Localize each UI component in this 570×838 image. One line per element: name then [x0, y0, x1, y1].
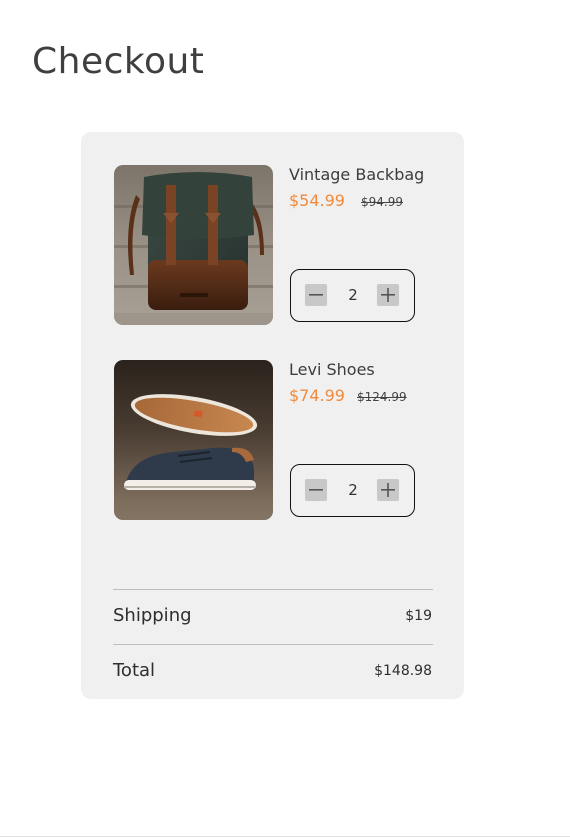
increase-quantity-button[interactable]: [377, 479, 399, 501]
cart-card: Vintage Backbag $54.99 $94.99 2 Levi Sho…: [81, 132, 464, 699]
shipping-label: Shipping: [113, 605, 192, 626]
summary-divider: [113, 589, 433, 590]
summary-divider: [113, 644, 433, 645]
cart-item: Levi Shoes $74.99 $124.99 2: [114, 360, 434, 520]
total-label: Total: [113, 660, 156, 681]
product-name[interactable]: Levi Shoes: [289, 360, 375, 380]
shipping-value: $19: [405, 608, 432, 624]
original-price: $124.99: [357, 390, 407, 404]
product-image-backpack: [114, 165, 273, 325]
sale-price: $54.99: [289, 191, 345, 210]
minus-icon: [309, 489, 323, 491]
original-price: $94.99: [361, 195, 403, 209]
product-name[interactable]: Vintage Backbag: [289, 165, 424, 185]
plus-icon: [381, 483, 395, 497]
quantity-stepper: 2: [290, 464, 415, 517]
quantity-value: 2: [348, 481, 358, 499]
decrease-quantity-button[interactable]: [305, 284, 327, 306]
total-value: $148.98: [374, 663, 432, 679]
cart-item: Vintage Backbag $54.99 $94.99 2: [114, 165, 434, 325]
increase-quantity-button[interactable]: [377, 284, 399, 306]
page-bottom-divider: [0, 836, 570, 837]
plus-icon: [381, 288, 395, 302]
sale-price: $74.99: [289, 386, 345, 405]
minus-icon: [309, 294, 323, 296]
product-image-shoes: [114, 360, 273, 520]
page-title: Checkout: [32, 41, 205, 82]
quantity-stepper: 2: [290, 269, 415, 322]
quantity-value: 2: [348, 286, 358, 304]
decrease-quantity-button[interactable]: [305, 479, 327, 501]
